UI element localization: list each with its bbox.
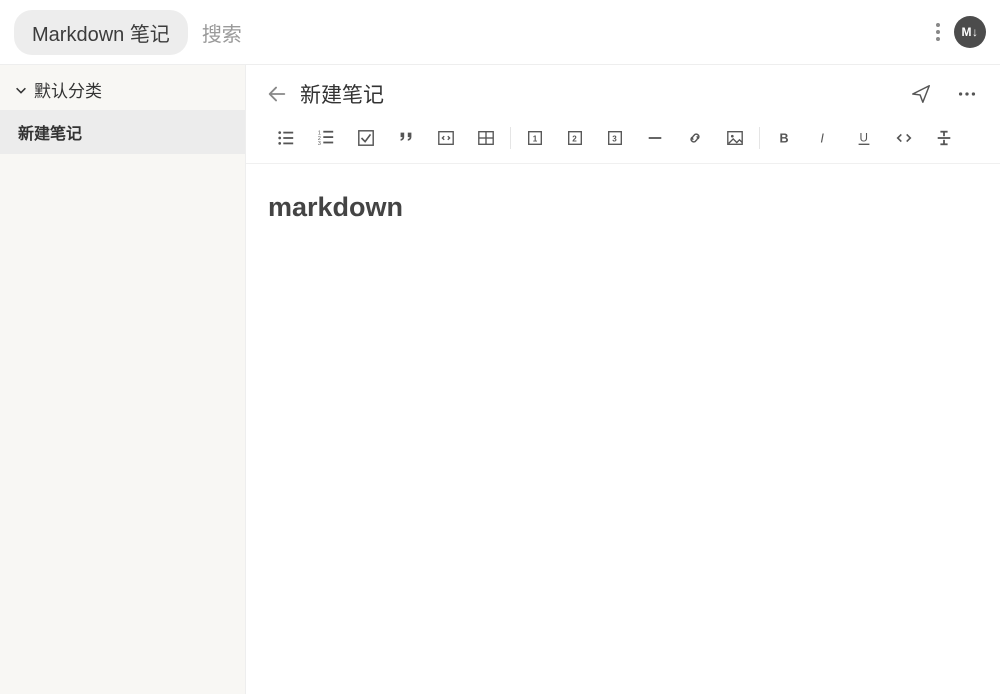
heading-3-icon[interactable]: 3	[595, 123, 635, 153]
strikethrough-icon[interactable]	[924, 123, 964, 153]
sidebar-item-note[interactable]: 新建笔记	[0, 110, 245, 154]
sidebar-category[interactable]: 默认分类	[0, 65, 245, 110]
chevron-down-icon	[14, 83, 28, 97]
toolbar-separator	[510, 127, 511, 149]
app-badge[interactable]: Markdown 笔记	[14, 10, 188, 55]
sidebar: 默认分类 新建笔记	[0, 65, 246, 694]
divider-icon[interactable]	[635, 123, 675, 153]
unordered-list-icon[interactable]	[266, 123, 306, 153]
svg-text:I: I	[820, 132, 824, 146]
sidebar-category-label: 默认分类	[34, 77, 102, 102]
svg-text:3: 3	[612, 135, 617, 144]
note-title[interactable]: 新建笔记	[300, 79, 384, 109]
search-input[interactable]: 搜索	[202, 18, 242, 47]
code-inline-icon[interactable]	[884, 123, 924, 153]
back-icon[interactable]	[266, 83, 288, 105]
svg-text:U: U	[860, 132, 868, 145]
editor-content[interactable]: markdown	[246, 164, 1000, 251]
quote-icon[interactable]	[386, 123, 426, 153]
svg-text:B: B	[780, 132, 789, 146]
more-horiz-icon[interactable]	[956, 83, 978, 105]
toolbar-separator	[759, 127, 760, 149]
more-vert-icon[interactable]	[936, 23, 940, 41]
heading-1-icon[interactable]: 1	[515, 123, 555, 153]
code-block-icon[interactable]	[426, 123, 466, 153]
svg-text:2: 2	[572, 135, 577, 144]
avatar[interactable]: M↓	[954, 16, 986, 48]
link-icon[interactable]	[675, 123, 715, 153]
ordered-list-icon[interactable]: 123	[306, 123, 346, 153]
checkbox-icon[interactable]	[346, 123, 386, 153]
image-icon[interactable]	[715, 123, 755, 153]
table-icon[interactable]	[466, 123, 506, 153]
bold-icon[interactable]: B	[764, 123, 804, 153]
italic-icon[interactable]: I	[804, 123, 844, 153]
send-icon[interactable]	[910, 83, 932, 105]
svg-text:1: 1	[533, 135, 538, 144]
svg-text:3: 3	[318, 141, 321, 147]
heading-2-icon[interactable]: 2	[555, 123, 595, 153]
underline-icon[interactable]: U	[844, 123, 884, 153]
toolbar: 123 1 2 3	[246, 119, 1000, 164]
